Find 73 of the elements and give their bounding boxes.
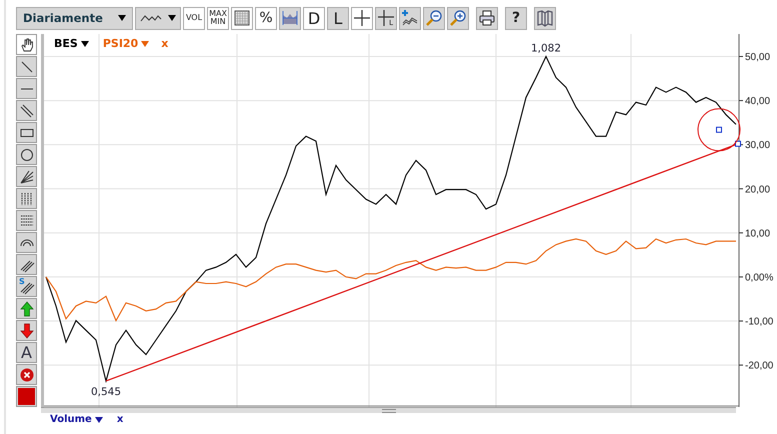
vol-button[interactable]: VOL — [183, 6, 205, 30]
period-dropdown[interactable]: Diariamente — [16, 6, 133, 30]
delete-tool[interactable] — [16, 364, 37, 385]
caret-icon — [118, 14, 126, 22]
value-label: 1,082 — [530, 42, 562, 54]
y-tick-label: 20,00 — [745, 184, 770, 196]
hline-tool[interactable] — [16, 78, 37, 99]
hand-icon — [18, 36, 34, 52]
line-icon — [18, 58, 34, 74]
print-icon — [478, 9, 496, 27]
circle-tool[interactable] — [16, 144, 37, 165]
maxmin-button[interactable]: MAX MIN — [207, 6, 229, 30]
letter-button[interactable]: L — [327, 6, 349, 30]
line-tool[interactable] — [16, 56, 37, 77]
y-tick-label: 0,00% — [745, 272, 774, 284]
value-label: 0,545 — [90, 386, 122, 398]
down-tool[interactable] — [16, 320, 37, 341]
book-icon — [536, 9, 554, 27]
y-tick-label: 30,00 — [745, 140, 770, 152]
hand-tool[interactable] — [16, 34, 37, 55]
fan-icon — [18, 168, 34, 184]
zoomout-icon — [425, 9, 443, 27]
circle-icon — [18, 146, 34, 162]
crosshair-icon — [377, 9, 395, 27]
caret-icon — [168, 14, 176, 22]
print-button[interactable] — [476, 6, 498, 30]
letter-button[interactable]: D — [303, 6, 325, 30]
vlines-icon — [18, 190, 34, 206]
area-icon — [281, 9, 299, 27]
caret-icon — [80, 40, 89, 48]
line-chart-icon — [140, 13, 162, 23]
circle-annotation[interactable] — [698, 108, 740, 152]
y-tick-label: 50,00 — [745, 52, 770, 63]
arc-tool[interactable] — [16, 232, 37, 253]
up-tool[interactable] — [16, 298, 37, 319]
addseries-icon — [401, 9, 419, 27]
grid-button[interactable] — [231, 6, 253, 30]
zoomout-button[interactable] — [423, 6, 445, 30]
caret-icon — [94, 416, 103, 424]
down-icon — [18, 322, 34, 338]
fan-tool[interactable] — [16, 166, 37, 187]
grid-icon — [233, 9, 251, 27]
cross-icon — [353, 9, 371, 27]
vlines-tool[interactable] — [16, 188, 37, 209]
hlines-tool[interactable] — [16, 210, 37, 231]
percent-button[interactable]: % — [255, 6, 277, 30]
caret-icon — [141, 40, 150, 48]
zoomin-button[interactable] — [447, 6, 469, 30]
delete-icon — [18, 366, 34, 382]
remove-volume[interactable]: x — [116, 414, 124, 425]
book-button[interactable] — [534, 6, 556, 30]
parallel-tool[interactable] — [16, 100, 37, 121]
volume-legend[interactable]: Volume — [50, 414, 103, 425]
hline-icon — [20, 88, 32, 90]
chart-type-dropdown[interactable] — [135, 6, 181, 30]
up-icon — [18, 300, 34, 316]
cross-button[interactable] — [351, 6, 373, 30]
help-button[interactable]: ? — [505, 6, 527, 30]
y-tick-label: 10,00 — [745, 228, 770, 240]
parallel-icon — [18, 102, 34, 118]
hlines-icon — [18, 212, 34, 228]
addseries-button[interactable] — [399, 6, 421, 30]
area-button[interactable] — [279, 6, 301, 30]
arc-icon — [20, 238, 34, 246]
resize-grip-icon[interactable] — [382, 408, 396, 412]
series-legend[interactable]: BES — [54, 37, 89, 50]
text-tool[interactable]: A — [16, 342, 37, 363]
y-tick-label: 40,00 — [745, 96, 770, 108]
channel-tool[interactable] — [16, 254, 37, 275]
rect-tool[interactable] — [16, 122, 37, 143]
y-tick-label: -20,00 — [745, 360, 774, 372]
y-tick-label: -10,00 — [745, 316, 774, 328]
zoomin-icon — [449, 9, 467, 27]
